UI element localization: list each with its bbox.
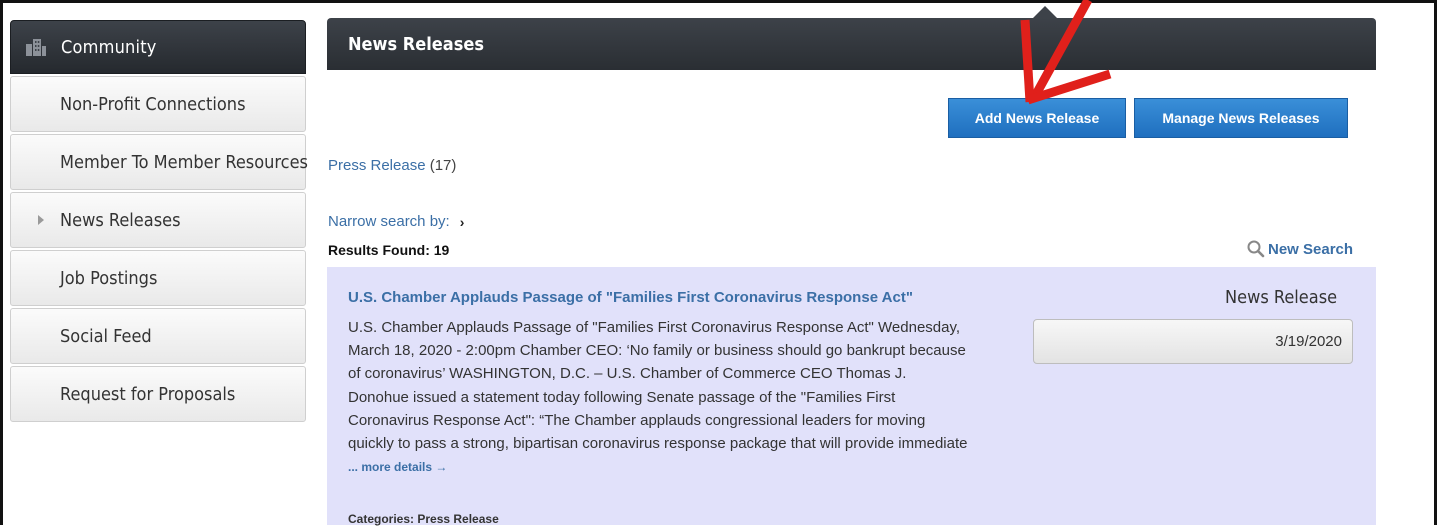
sidebar-item-non-profit-connections[interactable]: Non-Profit Connections — [10, 76, 306, 132]
category-filter: Press Release (17) — [328, 157, 456, 174]
sidebar-item-label: Social Feed — [60, 325, 152, 347]
sidebar-item-news-releases[interactable]: News Releases — [10, 192, 306, 248]
result-title-link[interactable]: U.S. Chamber Applauds Passage of "Famili… — [348, 289, 913, 306]
category-count: (17) — [429, 157, 457, 174]
sidebar-item-member-to-member-resources[interactable]: Member To Member Resources — [10, 134, 308, 190]
header-notch — [1033, 6, 1057, 18]
page-title: News Releases — [348, 33, 484, 55]
sidebar-item-label: Member To Member Resources — [60, 151, 308, 173]
narrow-search-label: Narrow search by: — [328, 213, 450, 230]
more-details-link[interactable]: ... more details → — [348, 460, 447, 474]
building-icon — [26, 39, 46, 56]
sidebar-item-label: News Releases — [60, 209, 181, 231]
category-link-press-release[interactable]: Press Release — [328, 157, 426, 174]
result-type: News Release — [1225, 287, 1338, 308]
sidebar-item-label: Non-Profit Connections — [60, 93, 246, 115]
result-date: 3/19/2020 — [1033, 319, 1353, 364]
page-title-bar: News Releases — [327, 18, 1376, 70]
sidebar-item-social-feed[interactable]: Social Feed — [10, 308, 306, 364]
sidebar-header-label: Community — [61, 36, 157, 58]
results-count: Results Found: 19 — [328, 242, 450, 258]
result-summary-text: U.S. Chamber Applauds Passage of "Famili… — [348, 319, 968, 453]
manage-news-releases-button[interactable]: Manage News Releases — [1134, 98, 1348, 138]
new-search-link[interactable]: New Search — [1246, 240, 1353, 258]
narrow-search-toggle[interactable]: Narrow search by: › — [328, 213, 464, 230]
sidebar-item-request-for-proposals[interactable]: Request for Proposals — [10, 366, 306, 422]
result-card: U.S. Chamber Applauds Passage of "Famili… — [327, 267, 1376, 526]
chevron-right-icon: › — [459, 213, 465, 230]
sidebar-item-label: Request for Proposals — [60, 383, 236, 405]
sidebar-header: Community — [10, 20, 306, 74]
add-news-release-button[interactable]: Add News Release — [948, 98, 1126, 138]
result-summary: U.S. Chamber Applauds Passage of "Famili… — [348, 316, 968, 479]
result-categories: Categories: Press Release — [348, 512, 499, 526]
sidebar-item-job-postings[interactable]: Job Postings — [10, 250, 306, 306]
sidebar: Community Non-Profit Connections Member … — [10, 20, 308, 422]
sidebar-item-label: Job Postings — [60, 267, 158, 289]
search-icon — [1247, 240, 1265, 258]
caret-right-icon — [38, 215, 44, 225]
new-search-label: New Search — [1268, 240, 1354, 258]
